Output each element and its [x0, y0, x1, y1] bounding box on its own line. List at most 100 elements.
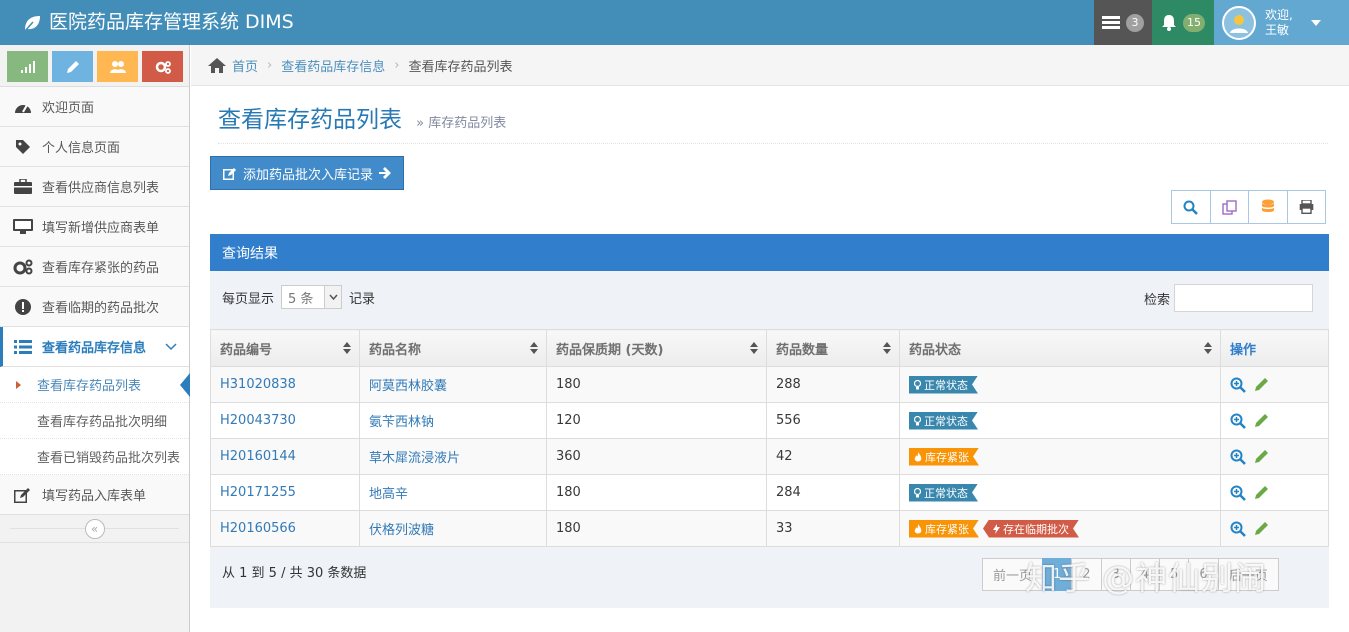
col-header-shelf-life[interactable]: 药品保质期 (天数) — [546, 329, 767, 367]
select-arrow — [324, 286, 342, 308]
sidebar-item-low-stock[interactable]: 查看库存紧张的药品 — [0, 247, 189, 287]
drug-name-link[interactable]: 阿莫西林胶囊 — [369, 379, 447, 394]
drug-name-link[interactable]: 草木犀流浸液片 — [369, 451, 460, 466]
export-tool-button[interactable] — [1248, 190, 1288, 224]
drug-table: 药品编号 药品名称 药品保质期 (天数) 药品数量 药品状态 操作 H31020… — [210, 329, 1329, 547]
sidebar-subitem-batch-detail[interactable]: 查看库存药品批次明细 — [0, 403, 189, 439]
breadcrumb-home-link[interactable]: 首页 — [232, 56, 258, 75]
pencil-icon[interactable] — [1254, 449, 1269, 464]
sidebar-item-label: 填写药品入库表单 — [42, 489, 147, 504]
cell-status: 正常状态 — [899, 366, 1221, 403]
sidebar-item-inventory[interactable]: 查看药品库存信息 — [0, 327, 189, 367]
pencil-icon[interactable] — [1254, 413, 1269, 428]
print-icon — [1299, 200, 1314, 214]
bell-icon — [1162, 15, 1176, 31]
search-tool-button[interactable] — [1171, 190, 1211, 224]
brand[interactable]: 医院药品库存管理系统 DIMS — [22, 0, 294, 45]
cell-code: H20160144 — [210, 438, 360, 475]
caret-down-icon — [1311, 19, 1321, 26]
status-badge: 正常状态 — [909, 484, 978, 502]
column-header-label: 药品名称 — [369, 342, 422, 358]
sidebar: 欢迎页面 个人信息页面 查看供应商信息列表 填写新增供应商表单 查看库存紧张的药… — [0, 45, 190, 632]
col-header-code[interactable]: 药品编号 — [210, 329, 360, 367]
sidebar-subitem-label: 查看库存药品列表 — [37, 379, 142, 394]
briefcase-icon — [12, 179, 34, 194]
drug-code-link[interactable]: H20160566 — [220, 521, 296, 536]
sidebar-item-expiring[interactable]: 查看临期的药品批次 — [0, 287, 189, 327]
shortcut-users-button[interactable] — [97, 51, 138, 82]
table-search-control: 检索 — [1144, 284, 1313, 312]
cell-code: H20171255 — [210, 474, 360, 511]
cogs-icon — [12, 259, 34, 275]
page-length-value: 5 条 — [288, 291, 314, 307]
copy-tool-button[interactable] — [1209, 190, 1249, 224]
table-info: 从 1 到 5 / 共 30 条数据 — [222, 566, 367, 581]
sidebar-shortcuts — [0, 45, 189, 87]
user-greeting: 欢迎, — [1265, 7, 1293, 22]
sidebar-item-welcome[interactable]: 欢迎页面 — [0, 87, 189, 127]
sort-icon — [1204, 342, 1212, 354]
pencil-icon[interactable] — [1254, 485, 1269, 500]
user-menu[interactable]: 欢迎, 王敏 — [1214, 0, 1349, 45]
shortcut-pencil-button[interactable] — [52, 51, 93, 82]
print-tool-button[interactable] — [1286, 190, 1326, 224]
status-badge-label: 存在临期批次 — [1003, 522, 1069, 536]
zoom-in-icon[interactable] — [1230, 413, 1246, 429]
notifications-button[interactable]: 15 — [1152, 0, 1214, 45]
status-badge-label: 正常状态 — [924, 486, 968, 500]
row-actions — [1230, 413, 1328, 429]
drug-code-link[interactable]: H20160144 — [220, 449, 296, 464]
sort-icon — [343, 342, 351, 354]
cell-quantity: 42 — [766, 438, 900, 475]
table-row: H20171255 地高辛 180 284 正常状态 — [210, 474, 1329, 511]
zoom-in-icon[interactable] — [1230, 377, 1246, 393]
drug-name-link[interactable]: 伏格列波糖 — [369, 523, 434, 538]
table-row: H20043730 氨苄西林钠 120 556 正常状态 — [210, 402, 1329, 439]
fire-icon — [914, 452, 922, 462]
sidebar-item-new-supplier[interactable]: 填写新增供应商表单 — [0, 207, 189, 247]
drug-code-link[interactable]: H31020838 — [220, 377, 296, 392]
zoom-in-icon[interactable] — [1230, 449, 1246, 465]
sidebar-item-label: 查看库存紧张的药品 — [42, 261, 160, 276]
user-name: 王敏 — [1265, 22, 1290, 37]
sidebar-collapse-button[interactable]: « — [84, 518, 105, 539]
table-row: H31020838 阿莫西林胶囊 180 288 正常状态 — [210, 366, 1329, 403]
pencil-icon — [66, 60, 79, 73]
page-header: 查看库存药品列表 » 库存药品列表 — [218, 100, 1328, 144]
cell-code: H20043730 — [210, 402, 360, 439]
breadcrumb-inventory-link[interactable]: 查看药品库存信息 — [281, 56, 385, 75]
zoom-in-icon[interactable] — [1230, 485, 1246, 501]
drug-name-link[interactable]: 地高辛 — [369, 487, 408, 502]
add-batch-stock-in-button[interactable]: 添加药品批次入库记录 — [210, 156, 404, 190]
pencil-icon[interactable] — [1254, 377, 1269, 392]
drug-code-link[interactable]: H20171255 — [220, 485, 296, 500]
sidebar-item-stock-in-form[interactable]: 填写药品入库表单 — [0, 475, 189, 515]
cell-name: 氨苄西林钠 — [359, 402, 547, 439]
shortcut-signal-button[interactable] — [7, 51, 48, 82]
pencil-icon[interactable] — [1254, 521, 1269, 536]
cell-shelf-life: 180 — [546, 366, 767, 403]
sidebar-subitem-destroyed-batches[interactable]: 查看已销毁药品批次列表 — [0, 439, 189, 475]
col-header-name[interactable]: 药品名称 — [359, 329, 547, 367]
sidebar-item-suppliers[interactable]: 查看供应商信息列表 — [0, 167, 189, 207]
copy-icon — [1222, 199, 1237, 215]
page-length-select[interactable]: 5 条 — [281, 285, 343, 309]
user-avatar-icon — [1230, 14, 1248, 33]
cell-actions — [1220, 366, 1329, 403]
sidebar-submenu: 查看库存药品列表 查看库存药品批次明细 查看已销毁药品批次列表 — [0, 367, 190, 475]
col-header-status[interactable]: 药品状态 — [899, 329, 1221, 367]
zoom-in-icon[interactable] — [1230, 521, 1246, 537]
search-label: 检索 — [1143, 292, 1170, 308]
page-length-suffix: 记录 — [349, 291, 376, 307]
sidebar-item-profile[interactable]: 个人信息页面 — [0, 127, 189, 167]
tasks-button[interactable]: 3 — [1094, 0, 1152, 45]
leaf-icon — [24, 15, 40, 31]
search-input[interactable] — [1174, 284, 1313, 312]
shortcut-cogs-button[interactable] — [142, 51, 183, 82]
drug-code-link[interactable]: H20043730 — [220, 413, 296, 428]
lightbulb-icon — [914, 488, 921, 498]
sidebar-subitem-drug-list[interactable]: 查看库存药品列表 — [0, 367, 190, 403]
col-header-quantity[interactable]: 药品数量 — [766, 329, 900, 367]
drug-name-link[interactable]: 氨苄西林钠 — [369, 415, 434, 430]
cell-shelf-life: 180 — [546, 510, 767, 547]
